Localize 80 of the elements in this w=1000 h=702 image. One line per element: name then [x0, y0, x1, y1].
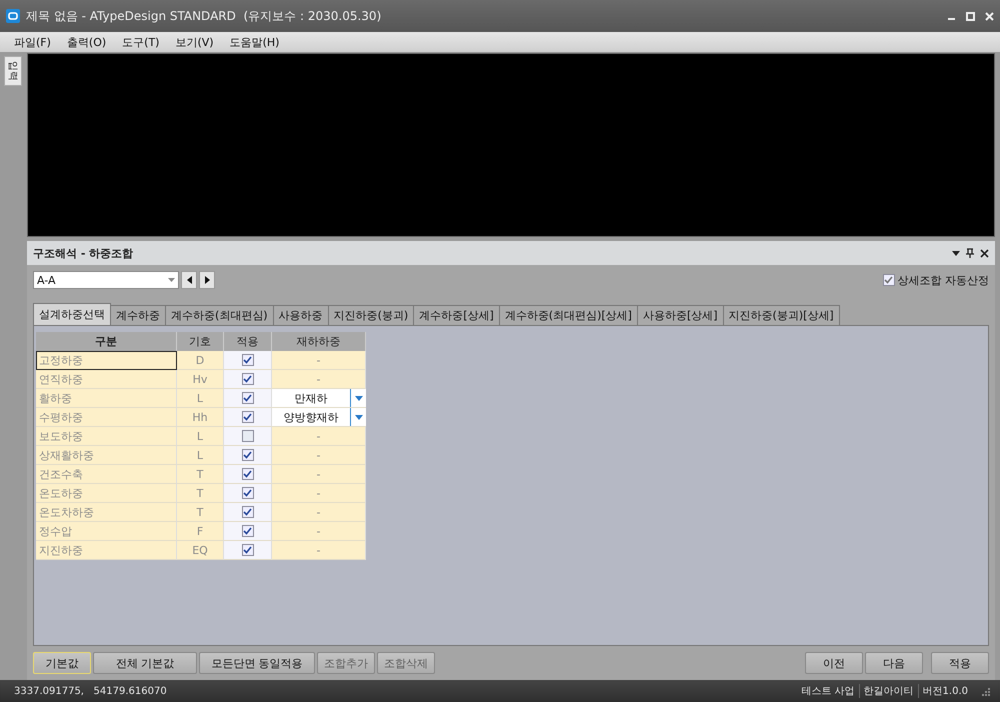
app-logo-icon — [6, 9, 20, 23]
table-cell: - — [272, 351, 366, 370]
pin-icon[interactable] — [966, 248, 974, 258]
tab[interactable]: 지진하중(붕괴)[상세] — [722, 305, 840, 325]
table-cell: - — [272, 522, 366, 541]
table-cell: D — [177, 351, 224, 370]
menu-item[interactable]: 출력(O) — [58, 34, 114, 50]
table-cell: - — [272, 465, 366, 484]
tab[interactable]: 지진하중(붕괴) — [328, 305, 414, 325]
dropdown-icon[interactable] — [952, 250, 960, 256]
tab[interactable]: 설계하중선택 — [33, 303, 111, 325]
menu-item[interactable]: 파일(F) — [6, 34, 59, 50]
status-item: 한길아이티 — [858, 684, 918, 698]
next-button[interactable] — [199, 271, 215, 289]
tab[interactable]: 계수하중 — [110, 305, 166, 325]
section-combo[interactable]: A-A — [33, 271, 179, 289]
checkbox[interactable] — [882, 274, 894, 286]
caret-icon[interactable] — [354, 396, 362, 400]
action-button[interactable]: 다음 — [865, 652, 923, 674]
previous-button[interactable] — [181, 271, 197, 289]
menu-item[interactable]: 도움말(H) — [222, 34, 288, 50]
tab[interactable]: 계수하중[상세] — [413, 305, 500, 325]
checkbox[interactable] — [242, 525, 254, 537]
menu-item[interactable]: 도구(T) — [114, 34, 168, 50]
tab[interactable]: 계수하중(최대편심)[상세] — [498, 305, 638, 325]
action-button[interactable]: 전체 기본값 — [93, 652, 197, 674]
table-cell: EQ — [177, 541, 224, 560]
column-header: 구분 — [36, 332, 177, 351]
column-header: 기호 — [177, 332, 224, 351]
table-cell: - — [272, 446, 366, 465]
caret-icon[interactable] — [354, 414, 362, 420]
status-item: 테스트 사업 — [800, 685, 856, 698]
checkbox[interactable] — [242, 354, 254, 366]
table-cell: T — [177, 503, 224, 522]
checkbox[interactable] — [242, 487, 254, 499]
action-button[interactable]: 적용 — [931, 652, 989, 674]
action-button[interactable]: 모든단면 동일적용 — [199, 652, 315, 674]
checkbox-label: 상세조합 자동산정 — [898, 272, 989, 288]
right-arrow-icon[interactable] — [204, 276, 210, 284]
window-title: 제목 없음 - ATypeDesign STANDARD (유지보수 : 2030.05.30) — [26, 8, 382, 24]
checkbox[interactable] — [242, 506, 254, 518]
table-cell: L — [177, 389, 224, 408]
left-arrow-icon[interactable] — [186, 276, 192, 284]
checkbox[interactable] — [242, 430, 254, 442]
action-button[interactable]: 기본값 — [33, 652, 91, 674]
table-cell: T — [177, 484, 224, 503]
coordinates-text: 3337.091775, 54179.616070 — [14, 686, 168, 696]
checkbox[interactable] — [242, 544, 254, 556]
table-cell: - — [272, 484, 366, 503]
tab[interactable]: 사용하중 — [272, 305, 329, 325]
table-cell: - — [272, 541, 366, 560]
table-cell: - — [272, 370, 366, 389]
side-tab[interactable]: 입력 — [4, 56, 22, 86]
dropdown-cell[interactable]: 양방향재하 — [272, 408, 366, 427]
resize-grip-icon — [980, 686, 990, 696]
table-cell: L — [177, 427, 224, 446]
table-cell: L — [177, 446, 224, 465]
checkbox[interactable] — [242, 373, 254, 385]
panel-title: 구조해석 - 하중조합 — [33, 246, 134, 260]
action-button[interactable]: 이전 — [805, 652, 863, 674]
tab[interactable]: 계수하중(최대편심) — [165, 305, 274, 325]
checkbox[interactable] — [242, 449, 254, 461]
table-cell: T — [177, 465, 224, 484]
table-cell: - — [272, 503, 366, 522]
menu-item[interactable]: 보기(V) — [167, 34, 222, 50]
close-icon[interactable] — [980, 248, 989, 258]
checkbox[interactable] — [242, 392, 254, 404]
table-cell: Hv — [177, 370, 224, 389]
maximize-icon[interactable] — [966, 12, 975, 20]
tab[interactable]: 사용하중[상세] — [636, 305, 724, 325]
table-cell: F — [177, 522, 224, 541]
status-item: 버전1.0.0 — [918, 684, 972, 698]
dropdown-cell[interactable]: 만재하 — [272, 389, 366, 408]
column-header: 적용 — [224, 332, 272, 351]
caret-icon[interactable] — [168, 278, 175, 282]
table-cell: - — [272, 427, 366, 446]
checkbox[interactable] — [242, 468, 254, 480]
column-header: 재하하중 — [272, 332, 366, 351]
checkbox[interactable] — [242, 411, 254, 423]
table-cell: Hh — [177, 408, 224, 427]
